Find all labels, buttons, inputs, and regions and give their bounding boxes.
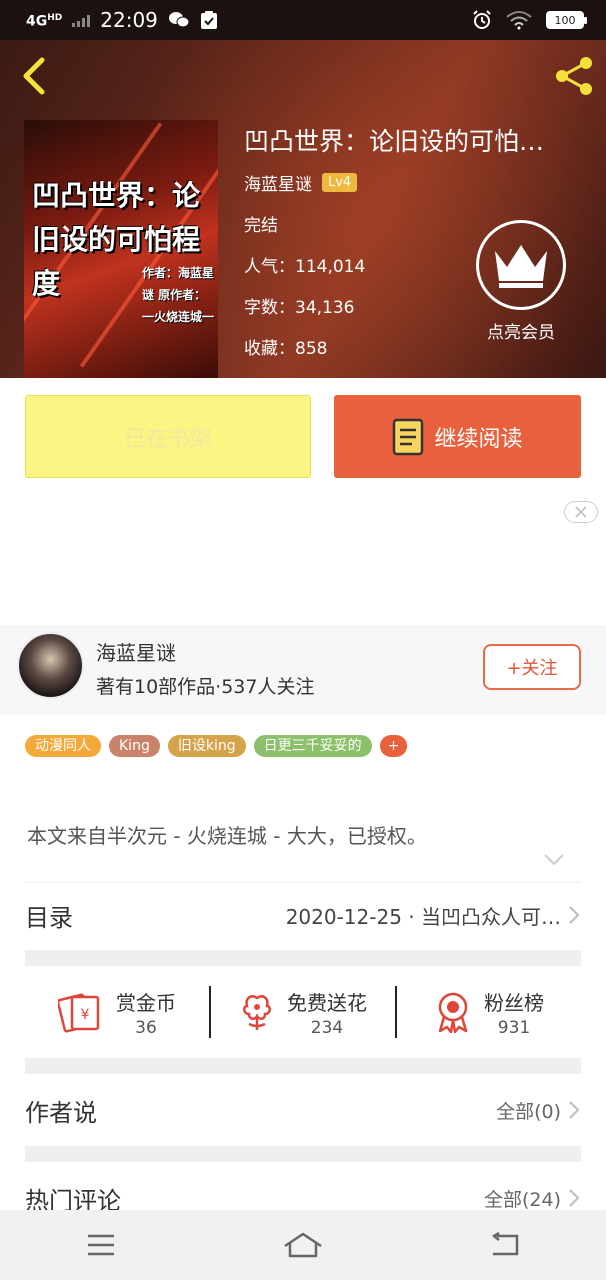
clipboard-check-icon [200, 11, 217, 29]
book-header: 凹凸世界：论旧设的可怕程度 作者：海蓝星谜 原作者：一火烧连城一 凹凸世界：论旧… [0, 40, 606, 378]
book-author[interactable]: 海蓝星谜 [244, 170, 312, 195]
divider [25, 882, 581, 883]
chevron-right-icon [569, 1189, 580, 1207]
tag-list: 动漫同人 King 旧设king 日更三千妥妥的 + [25, 735, 408, 757]
fan-ranking[interactable]: 粉丝榜 931 [397, 987, 581, 1038]
alarm-icon [473, 10, 491, 29]
close-icon [575, 506, 587, 518]
stat-value: 931 [497, 1017, 531, 1038]
status-time: 22:09 [100, 8, 158, 32]
level-badge: Lv4 [322, 173, 358, 192]
author-says-count: 全部(0) [496, 1100, 561, 1123]
share-icon [556, 57, 592, 95]
follow-button[interactable]: +关注 [483, 644, 581, 690]
system-nav-bar [0, 1210, 606, 1280]
section-separator [25, 1146, 581, 1162]
vip-label: 点亮会员 [487, 323, 555, 343]
hot-comments-count: 全部(24) [483, 1188, 561, 1211]
shelf-label: 已在书架 [123, 426, 212, 452]
chevron-right-icon [569, 1101, 580, 1119]
author-says-title: 作者说 [25, 1098, 97, 1127]
read-label: 继续阅读 [434, 426, 523, 452]
author-stats: 著有10部作品·537人关注 [96, 676, 315, 698]
latest-chapter: 2020-12-25 · 当凹凸众人可… [285, 904, 561, 929]
catalog-row[interactable]: 目录 2020-12-25 · 当凹凸众人可… [25, 885, 581, 945]
ad-close-button[interactable] [564, 501, 598, 523]
reward-coins[interactable]: ¥ 赏金币 36 [25, 987, 209, 1038]
book-cover[interactable]: 凹凸世界：论旧设的可怕程度 作者：海蓝星谜 原作者：一火烧连城一 [24, 120, 218, 378]
red-envelope-icon: ¥ [58, 993, 100, 1033]
stat-label: 免费送花 [287, 990, 367, 1015]
medal-icon [438, 992, 468, 1033]
tag-item[interactable]: 动漫同人 [25, 735, 101, 757]
section-separator [25, 950, 581, 966]
wechat-icon [168, 12, 190, 28]
share-button[interactable] [552, 54, 596, 98]
book-description: 本文来自半次元 - 火烧连城 - 大大，已授权。 [27, 824, 427, 848]
back-button[interactable] [16, 54, 52, 98]
send-flowers[interactable]: 免费送花 234 [211, 987, 395, 1038]
cover-author: 作者：海蓝星谜 原作者：一火烧连城一 [142, 266, 215, 324]
avatar[interactable] [17, 632, 84, 699]
ad-area [0, 495, 606, 625]
home-icon [284, 1232, 322, 1258]
battery-icon: 100 [546, 11, 587, 29]
book-title: 凹凸世界：论旧设的可怕… [244, 127, 545, 156]
vip-button[interactable]: 点亮会员 [476, 220, 566, 343]
chevron-right-icon [569, 906, 580, 924]
tag-item[interactable]: 日更三千妥妥的 [253, 735, 372, 757]
menu-button[interactable] [79, 1225, 123, 1265]
wifi-icon [506, 11, 532, 30]
shelf-button[interactable]: 已在书架 [25, 395, 311, 478]
network-indicator: 4GHD [26, 13, 63, 30]
author-says-row[interactable]: 作者说 全部(0) [25, 1080, 581, 1140]
add-tag-button[interactable]: + [379, 735, 408, 757]
svg-text:¥: ¥ [81, 1007, 90, 1023]
stats-bar: ¥ 赏金币 36 免费送花 234 粉丝榜 931 [25, 968, 581, 1056]
crown-icon [495, 245, 547, 288]
catalog-title: 目录 [25, 903, 73, 932]
author-name[interactable]: 海蓝星谜 [96, 637, 176, 666]
return-icon [491, 1232, 519, 1256]
chevron-down-icon[interactable] [542, 852, 566, 868]
home-button[interactable] [281, 1225, 325, 1265]
stat-label: 赏金币 [116, 990, 176, 1015]
tag-item[interactable]: 旧设king [167, 735, 246, 757]
signal-icon [72, 13, 91, 27]
stat-value: 36 [135, 1017, 157, 1038]
continue-reading-button[interactable]: 继续阅读 [334, 395, 581, 478]
book-icon [393, 418, 424, 455]
author-card[interactable]: 海蓝星谜 著有10部作品·537人关注 +关注 [0, 625, 606, 715]
chevron-left-icon [23, 57, 45, 95]
tag-item[interactable]: King [109, 735, 160, 757]
section-separator [25, 1058, 581, 1074]
back-nav-button[interactable] [483, 1225, 527, 1265]
follow-label: +关注 [506, 658, 558, 679]
menu-icon [88, 1234, 114, 1256]
flower-icon [243, 995, 271, 1030]
stat-label: 粉丝榜 [484, 990, 544, 1015]
status-bar: 4GHD 22:09 100 [0, 0, 606, 40]
stat-value: 234 [310, 1017, 344, 1038]
